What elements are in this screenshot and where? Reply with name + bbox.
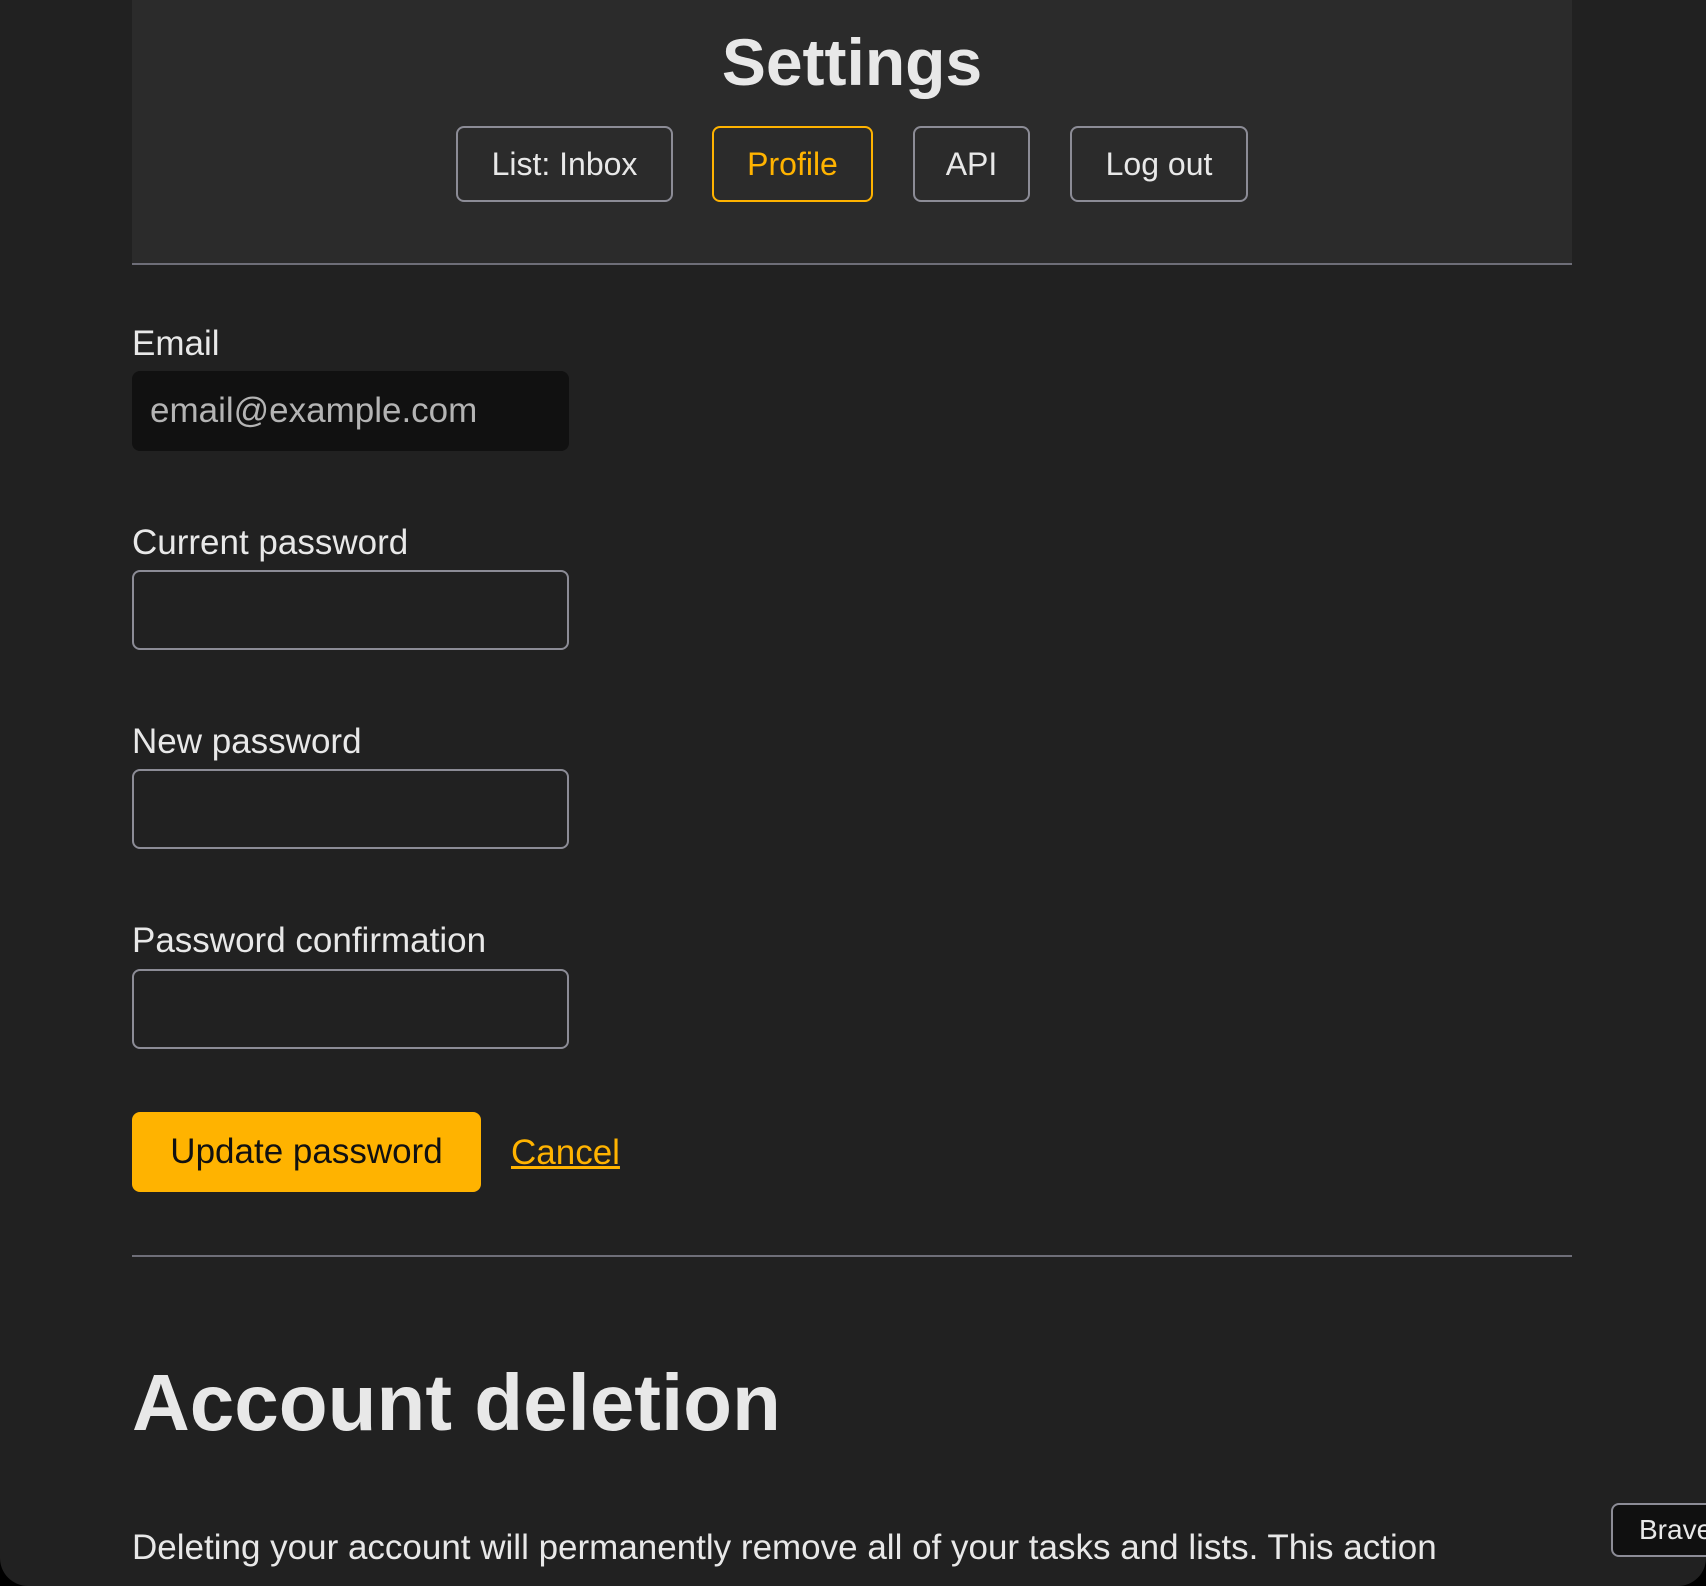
account-deletion-description: Deleting your account will permanently r… bbox=[132, 1528, 1437, 1567]
cancel-link[interactable]: Cancel bbox=[511, 1131, 620, 1175]
email-label: Email bbox=[132, 324, 220, 363]
nav-log-out-button[interactable]: Log out bbox=[1070, 126, 1248, 202]
new-password-field[interactable] bbox=[132, 769, 569, 849]
email-field[interactable] bbox=[132, 371, 569, 451]
nav-api-button[interactable]: API bbox=[913, 126, 1030, 202]
nav-list-inbox-button[interactable]: List: Inbox bbox=[456, 126, 673, 202]
password-confirmation-field[interactable] bbox=[132, 969, 569, 1049]
brave-badge[interactable]: Brave bbox=[1611, 1503, 1706, 1557]
section-divider bbox=[132, 1255, 1572, 1257]
settings-nav: List: Inbox Profile API Log out bbox=[132, 126, 1572, 202]
app-window: Settings List: Inbox Profile API Log out… bbox=[0, 0, 1706, 1586]
page-title: Settings bbox=[721, 25, 983, 99]
nav-profile-button[interactable]: Profile bbox=[712, 126, 873, 202]
password-confirmation-label: Password confirmation bbox=[132, 921, 487, 960]
settings-header: Settings List: Inbox Profile API Log out bbox=[132, 0, 1572, 265]
current-password-label: Current password bbox=[132, 523, 409, 562]
account-deletion-title: Account deletion bbox=[132, 1358, 781, 1447]
new-password-label: New password bbox=[132, 722, 362, 761]
current-password-field[interactable] bbox=[132, 570, 569, 650]
update-password-button[interactable]: Update password bbox=[132, 1112, 481, 1192]
